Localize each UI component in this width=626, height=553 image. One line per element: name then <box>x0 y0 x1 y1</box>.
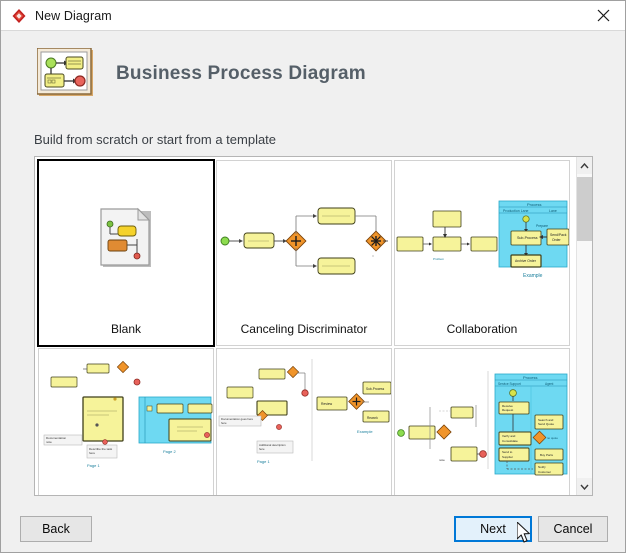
subtitle-text: Build from scratch or start from a templ… <box>34 132 277 147</box>
template-item-blank[interactable]: Blank <box>37 159 215 347</box>
template-list-viewport: Blank Canceling Discriminator Problem Pr… <box>35 157 578 495</box>
svg-text:Consolidate: Consolidate <box>502 439 518 443</box>
template-thumbnail <box>217 161 391 319</box>
svg-text:Process: Process <box>523 375 537 380</box>
svg-text:Customer: Customer <box>538 470 551 474</box>
new-diagram-dialog: New Diagram Business Process Diagram Bui… <box>0 0 626 553</box>
bpmn-diagram-icon <box>36 46 97 100</box>
back-button[interactable]: Back <box>20 516 92 542</box>
template-list: Blank Canceling Discriminator Problem Pr… <box>34 156 593 496</box>
svg-text:here: here <box>89 451 95 455</box>
template-thumbnail: Documentation note Describe the task her… <box>39 349 213 495</box>
svg-text:Production Lane: Production Lane <box>503 209 529 213</box>
svg-text:Send Quote: Send Quote <box>538 422 554 426</box>
template-item-row2-a[interactable]: Documentation note Describe the task her… <box>38 348 214 495</box>
window-title: New Diagram <box>35 8 112 23</box>
svg-text:Example: Example <box>523 273 543 279</box>
svg-text:Page 1: Page 1 <box>87 463 100 468</box>
svg-text:Archive Order: Archive Order <box>515 259 537 263</box>
titlebar: New Diagram <box>1 1 625 31</box>
template-item-canceling-discriminator[interactable]: Canceling Discriminator <box>216 160 392 346</box>
template-item-label: Canceling Discriminator <box>240 322 368 336</box>
svg-text:Send to: Send to <box>502 450 513 454</box>
dialog-header: Business Process Diagram <box>1 31 625 116</box>
svg-text:here: here <box>259 447 265 451</box>
template-item-collaboration[interactable]: Problem Process Production Lane Lane Sub… <box>394 160 570 346</box>
svg-text:Supplier: Supplier <box>502 455 513 459</box>
page-title: Business Process Diagram <box>116 62 366 84</box>
svg-text:Send/Pack: Send/Pack <box>550 233 567 237</box>
svg-text:Process: Process <box>527 202 541 207</box>
template-grid: Blank Canceling Discriminator Problem Pr… <box>37 159 571 495</box>
svg-text:Sub-Process: Sub-Process <box>366 387 385 391</box>
template-list-scrollbar[interactable] <box>576 157 592 495</box>
svg-text:here: here <box>221 421 227 425</box>
template-thumbnail <box>39 161 213 319</box>
next-button[interactable]: Next <box>454 516 532 542</box>
svg-text:Review: Review <box>321 402 333 406</box>
template-thumbnail: note Process Service Support Agent Recei… <box>395 349 569 495</box>
svg-text:Problem: Problem <box>433 257 445 261</box>
svg-text:Verify and: Verify and <box>502 434 516 438</box>
close-icon[interactable] <box>581 1 625 30</box>
template-item-row2-c[interactable]: note Process Service Support Agent Recei… <box>394 348 570 495</box>
svg-text:Sub-Process: Sub-Process <box>517 236 538 240</box>
template-item-label: Blank <box>110 322 142 336</box>
template-thumbnail: Documentation goes here here Additional … <box>217 349 391 495</box>
svg-text:note: note <box>46 440 52 444</box>
svg-text:Prepare: Prepare <box>536 224 548 228</box>
app-logo-icon <box>11 8 27 24</box>
svg-text:Lane: Lane <box>549 209 557 213</box>
svg-text:Service Support: Service Support <box>498 382 521 386</box>
template-item-label: Collaboration <box>446 322 518 336</box>
svg-text:Page 2: Page 2 <box>163 449 176 454</box>
svg-text:Buy Parts: Buy Parts <box>540 453 554 457</box>
scrollbar-thumb[interactable] <box>577 177 592 241</box>
template-thumbnail: Problem Process Production Lane Lane Sub… <box>395 161 569 319</box>
cancel-button[interactable]: Cancel <box>538 516 608 542</box>
svg-text:note: note <box>439 458 445 462</box>
svg-text:Notify: Notify <box>538 465 546 469</box>
template-item-row2-b[interactable]: Documentation goes here here Additional … <box>216 348 392 495</box>
chevron-down-icon[interactable] <box>577 478 592 495</box>
svg-text:Order: Order <box>552 238 562 242</box>
svg-text:Agent: Agent <box>545 382 553 386</box>
chevron-up-icon[interactable] <box>577 157 592 174</box>
svg-text:Example: Example <box>357 429 373 434</box>
svg-text:no quote: no quote <box>547 436 558 440</box>
svg-text:Page 1: Page 1 <box>257 459 270 464</box>
scrollbar-track[interactable] <box>577 174 592 478</box>
svg-text:Rework: Rework <box>367 416 378 420</box>
svg-text:Request: Request <box>502 408 513 412</box>
